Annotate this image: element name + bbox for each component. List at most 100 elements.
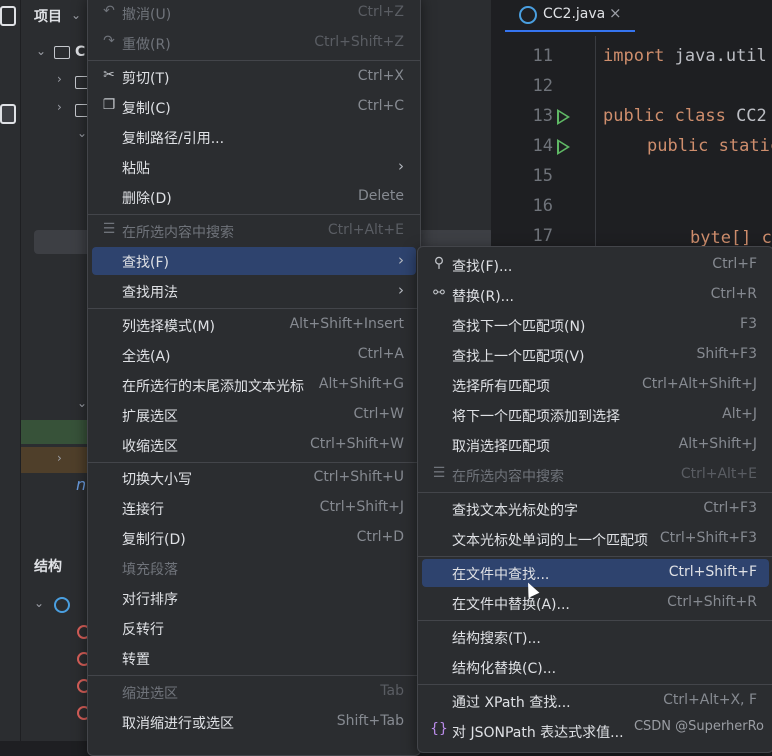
- submenu-item-find-in-files[interactable]: 在文件中查找... Ctrl+Shift+F: [422, 559, 769, 587]
- menu-item-cut[interactable]: ✂ 剪切(T) Ctrl+X: [92, 63, 416, 91]
- chevron-right-icon[interactable]: ›: [57, 72, 62, 86]
- menu-item-extend-selection[interactable]: 扩展选区 Ctrl+W: [92, 401, 416, 429]
- tool-icon[interactable]: [0, 104, 16, 124]
- chevron-down-icon[interactable]: ⌄: [34, 596, 44, 610]
- menu-item-redo[interactable]: ↷ 重做(R) Ctrl+Shift+Z: [92, 29, 416, 57]
- class-icon: [54, 597, 70, 613]
- menu-item-paste[interactable]: 粘贴 ›: [92, 153, 416, 181]
- submenu-item-search-in-selection[interactable]: ☰ 在所选内容中搜索 Ctrl+Alt+E: [422, 461, 769, 489]
- menu-item-shortcut: Ctrl+D: [356, 529, 404, 545]
- menu-item-select-all[interactable]: 全选(A) Ctrl+A: [92, 341, 416, 369]
- chevron-down-icon[interactable]: ⌄: [77, 126, 87, 140]
- menu-item-label: 结构搜索(T)...: [452, 631, 541, 647]
- menu-item-toggle-case[interactable]: 切换大小写 Ctrl+Shift+U: [92, 464, 416, 492]
- menu-item-label: 在所选内容中搜索: [452, 469, 564, 485]
- submenu-item-find-prev[interactable]: 查找上一个匹配项(V) Shift+F3: [422, 341, 769, 369]
- menu-item-join-lines[interactable]: 连接行 Ctrl+Shift+J: [92, 494, 416, 522]
- menu-item-shortcut: Ctrl+Alt+E: [680, 466, 757, 482]
- menu-item-shortcut: Ctrl+Shift+W: [309, 436, 404, 452]
- braces-icon: {}: [430, 721, 448, 737]
- editor-gutter: 11 12 13 14 15 16 17: [505, 36, 596, 276]
- menu-item-fill-paragraph[interactable]: 填充段落: [92, 554, 416, 582]
- menu-item-shortcut: Ctrl+Alt+X, F: [663, 692, 757, 708]
- menu-separator: [88, 675, 420, 676]
- find-submenu: ⚲ 查找(F)... Ctrl+F ⚯ 替换(R)... Ctrl+R 查找下一…: [417, 246, 772, 753]
- code-line-17: byte[] c: [690, 228, 772, 248]
- project-tool-icon[interactable]: [0, 6, 16, 26]
- menu-item-delete[interactable]: 删除(D) Delete: [92, 183, 416, 211]
- chevron-right-icon[interactable]: ›: [57, 100, 62, 114]
- menu-item-undo[interactable]: ↶ 撤消(U) Ctrl+Z: [92, 0, 416, 27]
- menu-item-label: 扩展选区: [122, 409, 178, 425]
- menu-item-label: 查找下一个匹配项(N): [452, 319, 586, 335]
- line-number: 13: [532, 106, 553, 126]
- menu-item-label: 复制路径/引用...: [122, 131, 225, 147]
- menu-item-label: 选择所有匹配项: [452, 379, 550, 395]
- menu-item-label: 取消缩进行或选区: [122, 716, 234, 732]
- line-number: 11: [532, 46, 553, 66]
- tab-cc2-java[interactable]: CC2.java ×: [505, 0, 635, 32]
- submenu-item-find-next[interactable]: 查找下一个匹配项(N) F3: [422, 311, 769, 339]
- submenu-item-unselect-occurrence[interactable]: 取消选择匹配项 Alt+Shift+J: [422, 431, 769, 459]
- submenu-item-find-by-xpath[interactable]: 通过 XPath 查找... Ctrl+Alt+X, F: [422, 687, 769, 715]
- selected-row[interactable]: [21, 420, 87, 444]
- line-number: 12: [532, 76, 553, 96]
- undo-icon: ↶: [103, 3, 115, 19]
- menu-item-find-usages[interactable]: 查找用法 ›: [92, 277, 416, 305]
- menu-item-shortcut: Ctrl+A: [357, 346, 404, 362]
- submenu-item-find-prev-word-at-caret[interactable]: 文本光标处单词的上一个匹配项 Ctrl+Shift+F3: [422, 525, 769, 553]
- submenu-item-replace-in-files[interactable]: 在文件中替换(A)... Ctrl+Shift+R: [422, 589, 769, 617]
- menu-item-sort-lines[interactable]: 对行排序: [92, 584, 416, 612]
- menu-item-shrink-selection[interactable]: 收缩选区 Ctrl+Shift+W: [92, 431, 416, 459]
- menu-item-shortcut: Ctrl+F: [712, 256, 757, 272]
- menu-item-transpose[interactable]: 转置: [92, 644, 416, 672]
- chevron-down-icon[interactable]: ⌄: [36, 44, 46, 58]
- close-icon[interactable]: ×: [609, 4, 622, 22]
- menu-item-duplicate-line[interactable]: 复制行(D) Ctrl+D: [92, 524, 416, 552]
- submenu-item-structural-search[interactable]: 结构搜索(T)...: [422, 623, 769, 651]
- submenu-item-select-all-occurrences[interactable]: 选择所有匹配项 Ctrl+Alt+Shift+J: [422, 371, 769, 399]
- highlighted-row[interactable]: [21, 447, 87, 473]
- menu-item-find[interactable]: 查找(F) ›: [92, 247, 416, 275]
- menu-item-unindent[interactable]: 取消缩进行或选区 Shift+Tab: [92, 708, 416, 736]
- submenu-item-add-next-occurrence[interactable]: 将下一个匹配项添加到选择 Alt+J: [422, 401, 769, 429]
- project-panel-title[interactable]: 项目: [34, 6, 62, 26]
- submenu-item-find-word-at-caret[interactable]: 查找文本光标处的字 Ctrl+F3: [422, 495, 769, 523]
- menu-item-search-in-selection[interactable]: ☰ 在所选内容中搜索 Ctrl+Alt+E: [92, 217, 416, 245]
- menu-item-column-select[interactable]: 列选择模式(M) Alt+Shift+Insert: [92, 311, 416, 339]
- menu-item-label: 转置: [122, 652, 150, 668]
- menu-item-label: 列选择模式(M): [122, 319, 216, 335]
- run-icon[interactable]: [557, 139, 570, 155]
- submenu-item-replace[interactable]: ⚯ 替换(R)... Ctrl+R: [422, 281, 769, 309]
- menu-item-label: 查找(F)...: [452, 259, 513, 275]
- search-icon: ⚲: [433, 255, 445, 271]
- menu-item-shortcut: Ctrl+Shift+F3: [659, 530, 757, 546]
- menu-item-label: 取消选择匹配项: [452, 439, 550, 455]
- menu-item-copy-path[interactable]: 复制路径/引用...: [92, 123, 416, 151]
- menu-item-copy[interactable]: ❐ 复制(C) Ctrl+C: [92, 93, 416, 121]
- project-root-label[interactable]: C: [75, 44, 85, 60]
- menu-item-indent-selection[interactable]: 缩进选区 Tab: [92, 678, 416, 706]
- menu-item-label: 删除(D): [122, 191, 172, 207]
- menu-item-label: 对 JSONPath 表达式求值...: [452, 725, 624, 741]
- menu-item-shortcut: Alt+Shift+J: [678, 436, 757, 452]
- menu-item-shortcut: Ctrl+C: [357, 98, 404, 114]
- chevron-down-icon[interactable]: ⌄: [71, 8, 81, 22]
- chevron-down-icon[interactable]: ⌄: [77, 396, 87, 410]
- search-lines-icon: ☰: [102, 221, 116, 237]
- submenu-item-structural-replace[interactable]: 结构化替换(C)...: [422, 653, 769, 681]
- run-icon[interactable]: [557, 109, 570, 125]
- chevron-right-icon[interactable]: ›: [57, 451, 62, 465]
- copy-icon: ❐: [102, 97, 116, 113]
- menu-item-reverse-lines[interactable]: 反转行: [92, 614, 416, 642]
- submenu-item-find[interactable]: ⚲ 查找(F)... Ctrl+F: [422, 251, 769, 279]
- menu-item-add-carets[interactable]: 在所选行的末尾添加文本光标 Alt+Shift+G: [92, 371, 416, 399]
- tree-node-label[interactable]: n: [76, 475, 86, 494]
- menu-item-shortcut: Ctrl+Alt+E: [327, 222, 404, 238]
- scissors-icon: ✂: [103, 67, 115, 83]
- menu-item-label: 查找用法: [122, 285, 178, 301]
- folder-icon: [54, 46, 70, 59]
- menu-item-shortcut: Ctrl+Z: [357, 4, 404, 20]
- menu-item-shortcut: Ctrl+Shift+J: [319, 499, 404, 515]
- chevron-right-icon: ›: [398, 251, 404, 269]
